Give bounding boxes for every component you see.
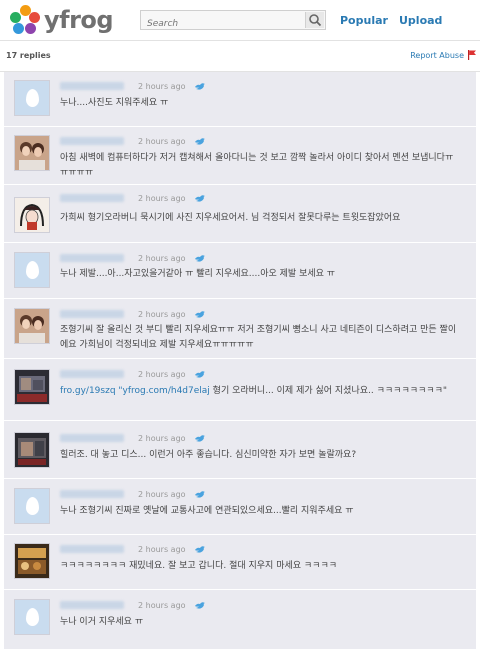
divider bbox=[4, 478, 476, 479]
report-abuse-link[interactable]: Report Abuse bbox=[410, 51, 464, 60]
username-blurred[interactable] bbox=[60, 254, 124, 262]
avatar[interactable] bbox=[14, 135, 50, 171]
nav-popular[interactable]: Popular bbox=[340, 14, 388, 27]
yfrog-logo[interactable]: yfrog bbox=[10, 4, 114, 36]
avatar[interactable] bbox=[14, 599, 50, 635]
timestamp[interactable]: 2 hours ago bbox=[138, 82, 186, 91]
twitter-bird-icon bbox=[194, 490, 205, 498]
reply-text: 힐러조. 대 놓고 디스... 이런거 아주 좋습니다. 심신미약한 자가 보면… bbox=[60, 450, 357, 460]
avatar[interactable] bbox=[14, 80, 50, 116]
photo-avatar-icon bbox=[15, 370, 49, 404]
egg-avatar-icon bbox=[15, 81, 49, 115]
timestamp[interactable]: 2 hours ago bbox=[138, 601, 186, 610]
timestamp[interactable]: 2 hours ago bbox=[138, 137, 186, 146]
divider bbox=[4, 589, 476, 590]
logo-flower-icon bbox=[10, 5, 40, 35]
username-blurred[interactable] bbox=[60, 194, 124, 202]
divider bbox=[4, 298, 476, 299]
reply-text: 가희씨 형기오라버니 묵시기에 사진 지우세요어서. 님 걱정되서 잘못다루는 … bbox=[60, 213, 401, 223]
twitter-bird-icon bbox=[194, 137, 205, 145]
divider bbox=[4, 420, 476, 421]
twitter-bird-icon bbox=[194, 370, 205, 378]
twitter-bird-icon bbox=[194, 545, 205, 553]
flag-icon[interactable] bbox=[468, 50, 476, 60]
divider bbox=[4, 358, 476, 359]
divider bbox=[4, 184, 476, 185]
timestamp[interactable]: 2 hours ago bbox=[138, 434, 186, 443]
twitter-bird-icon bbox=[194, 254, 205, 262]
drawing-avatar-icon bbox=[15, 198, 49, 232]
search-icon[interactable] bbox=[305, 12, 324, 28]
twitter-bird-icon bbox=[194, 82, 205, 90]
reply-link[interactable]: fro.gy/19szq "yfrog.com/h4d7elaj bbox=[60, 386, 210, 396]
username-blurred[interactable] bbox=[60, 137, 124, 145]
twitter-bird-icon bbox=[194, 601, 205, 609]
timestamp[interactable]: 2 hours ago bbox=[138, 254, 186, 263]
timestamp[interactable]: 2 hours ago bbox=[138, 370, 186, 379]
twitter-bird-icon bbox=[194, 434, 205, 442]
username-blurred[interactable] bbox=[60, 490, 124, 498]
reply-text: 누나....사진도 지워주세요 ㅠ bbox=[60, 98, 169, 108]
reply-text-rest: 형기 오라버니... 이제 제가 싫어 지셨나요.. ㅋㅋㅋㅋㅋㅋㅋㅋ" bbox=[209, 386, 447, 396]
username-blurred[interactable] bbox=[60, 545, 124, 553]
photo-avatar-icon bbox=[15, 136, 49, 170]
username-blurred[interactable] bbox=[60, 82, 124, 90]
avatar[interactable] bbox=[14, 308, 50, 344]
avatar[interactable] bbox=[14, 369, 50, 405]
reply-text: fro.gy/19szq "yfrog.com/h4d7elaj 형기 오라버니… bbox=[60, 384, 458, 399]
reply-text: 누나 이거 지우세요 ㅠ bbox=[60, 617, 144, 627]
username-blurred[interactable] bbox=[60, 370, 124, 378]
timestamp[interactable]: 2 hours ago bbox=[138, 490, 186, 499]
twitter-bird-icon bbox=[194, 310, 205, 318]
search-box[interactable] bbox=[140, 10, 326, 33]
avatar[interactable] bbox=[14, 543, 50, 579]
timestamp[interactable]: 2 hours ago bbox=[138, 194, 186, 203]
avatar[interactable] bbox=[14, 432, 50, 468]
avatar[interactable] bbox=[14, 252, 50, 288]
reply-list: 2 hours ago 누나....사진도 지워주세요 ㅠ 2 hours ag… bbox=[4, 72, 476, 649]
egg-avatar-icon bbox=[15, 489, 49, 523]
replies-bar: 17 replies Report Abuse bbox=[0, 40, 480, 72]
avatar[interactable] bbox=[14, 488, 50, 524]
twitter-bird-icon bbox=[194, 194, 205, 202]
divider bbox=[4, 534, 476, 535]
logo-text: yfrog bbox=[44, 6, 114, 34]
egg-avatar-icon bbox=[15, 253, 49, 287]
reply-text: ㅋㅋㅋㅋㅋㅋㅋㅋ 재밌네요. 잘 보고 갑니다. 절대 지우지 마세요 ㅋㅋㅋㅋ bbox=[60, 561, 338, 571]
search-input[interactable] bbox=[141, 15, 307, 33]
username-blurred[interactable] bbox=[60, 310, 124, 318]
reply-text: 누나 조형기씨 진짜로 옛날에 교통사고에 연관되있으세요...빨리 지워주세요… bbox=[60, 506, 354, 516]
timestamp[interactable]: 2 hours ago bbox=[138, 545, 186, 554]
reply-text: 아침 새벽에 컴퓨터하다가 저거 캡쳐해서 올아다니는 것 보고 깜짝 놀라서 … bbox=[60, 153, 454, 178]
site-header: yfrog Popular Upload bbox=[0, 0, 480, 40]
reply-text: 누나 제발....아...자고있을거같아 ㅠ 빨리 지우세요....아오 제발 … bbox=[60, 269, 336, 279]
divider bbox=[4, 126, 476, 127]
username-blurred[interactable] bbox=[60, 434, 124, 442]
photo-avatar-icon bbox=[15, 309, 49, 343]
photo-avatar-icon bbox=[15, 433, 49, 467]
nav-upload[interactable]: Upload bbox=[399, 14, 442, 27]
username-blurred[interactable] bbox=[60, 601, 124, 609]
timestamp[interactable]: 2 hours ago bbox=[138, 310, 186, 319]
reply-text: 조형기씨 잘 올리신 것 부디 빨리 지우세요ㅠㅠ 저거 조형기씨 뻥소니 사고… bbox=[60, 325, 457, 350]
divider bbox=[4, 242, 476, 243]
replies-count: 17 replies bbox=[6, 51, 51, 60]
avatar[interactable] bbox=[14, 197, 50, 233]
egg-avatar-icon bbox=[15, 600, 49, 634]
photo-avatar-icon bbox=[15, 544, 49, 578]
